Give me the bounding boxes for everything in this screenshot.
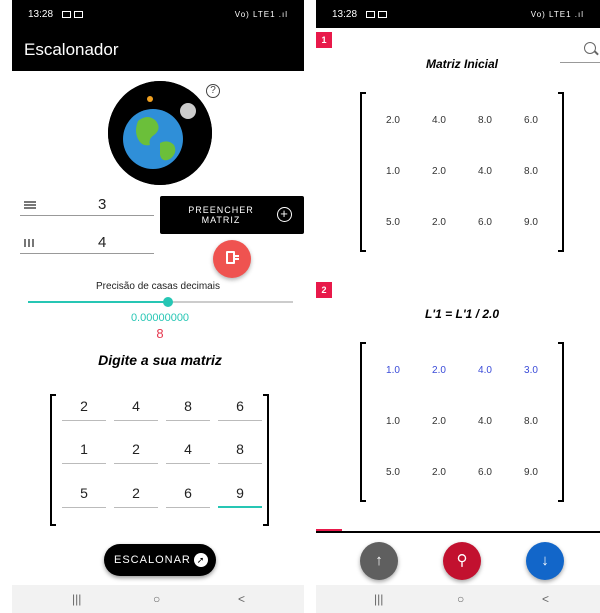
help-icon[interactable]: ? [206,84,220,98]
step-matrix-cell: 5.0 [386,467,400,478]
signal-indicators: Vo) LTE1 .ıl [530,9,584,19]
precision-slider[interactable] [28,297,293,307]
columns-field[interactable]: 4 [20,232,154,254]
matrix-input-cell[interactable]: 2 [114,438,158,464]
message-notification-icon [74,10,84,18]
step-matrix-cell: 4.0 [478,416,492,427]
step-matrix-cell: 2.0 [432,166,446,177]
escalonar-button[interactable]: ESCALONAR ➚ [104,544,216,576]
steps-screen: 13:28 Vo) LTE1 .ıl 1 Matriz Inicial 2.0 4… [316,0,600,613]
search-button[interactable]: ⚲ [443,542,481,580]
matrix-heading: Digite a sua matriz [98,352,222,368]
step1-bracket-right [558,92,564,252]
step-matrix-cell: 6.0 [524,115,538,126]
step-matrix-cell: 2.0 [432,365,446,376]
matrix-input-cell[interactable]: 2 [114,482,158,508]
step-matrix-cell: 4.0 [432,115,446,126]
step-matrix-cell: 2.0 [432,467,446,478]
step-matrix-cell: 8.0 [478,115,492,126]
status-time: 13:28 [28,8,54,20]
precision-value: 0.00000000 [130,312,190,324]
step-title-2: L'1 = L'1 / 2.0 [424,307,500,321]
columns-icon [24,239,36,247]
step-matrix-cell: 8.0 [524,166,538,177]
matrix-input-cell[interactable]: 8 [218,438,262,464]
step-matrix-cell: 1.0 [386,416,400,427]
home-button[interactable]: ○ [457,592,464,606]
editor-screen: 13:28 Vo) LTE1 .ıl Escalonador ? 3 4 PRE… [12,0,304,613]
home-button[interactable]: ○ [153,592,160,606]
matrix-bracket-right [263,394,269,526]
clear-matrix-icon [226,251,239,264]
status-bar: 13:28 Vo) LTE1 .ıl [12,0,304,28]
step-matrix-cell: 9.0 [524,467,538,478]
message-notification-icon [378,10,388,18]
add-circle-icon: + [277,207,292,222]
matrix-input-cell[interactable]: 4 [114,395,158,421]
rows-icon [24,201,36,209]
arrow-down-icon: ↓ [541,552,549,569]
back-button[interactable]: < [542,592,549,606]
precision-digits: 8 [156,326,164,341]
escalonar-label: ESCALONAR [114,554,191,566]
status-bar: 13:28 Vo) LTE1 .ıl [316,0,600,28]
columns-value: 4 [98,234,107,251]
step-matrix-cell: 4.0 [478,365,492,376]
matrix-input-cell[interactable]: 4 [166,438,210,464]
search-icon: ⚲ [456,552,468,569]
matrix-input-cell[interactable]: 6 [218,395,262,421]
arrow-up-icon: ↑ [375,552,383,569]
precision-label: Precisão de casas decimais [96,281,220,292]
matrix-input-cell[interactable]: 5 [62,482,106,508]
system-nav-bar: ||| ○ < [316,585,600,613]
step-matrix-cell: 2.0 [432,217,446,228]
step-title-1: Matriz Inicial [425,57,499,71]
bottom-divider [316,529,600,533]
status-time: 13:28 [332,8,358,20]
step-matrix-cell: 3.0 [524,365,538,376]
back-button[interactable]: < [238,592,245,606]
step-matrix-cell: 1.0 [386,365,400,376]
matrix-bracket-left [50,394,56,526]
escalonar-icon: ➚ [194,553,208,567]
step-badge-2: 2 [316,282,332,298]
rows-field[interactable]: 3 [20,194,154,216]
step-matrix-cell: 9.0 [524,217,538,228]
system-nav-bar: ||| ○ < [12,585,304,613]
matrix-input-cell[interactable]: 2 [62,395,106,421]
step-matrix-cell: 2.0 [386,115,400,126]
earth-logo [108,81,212,185]
recent-apps-button[interactable]: ||| [374,592,383,606]
step-matrix-cell: 1.0 [386,166,400,177]
fill-matrix-label: PREENCHER MATRIZ [188,205,254,225]
step-matrix-cell: 6.0 [478,217,492,228]
step-matrix-cell: 8.0 [524,416,538,427]
step2-bracket-left [360,342,366,502]
step2-bracket-right [558,342,564,502]
step-matrix-cell: 2.0 [432,416,446,427]
step-matrix-cell: 6.0 [478,467,492,478]
matrix-input-cell[interactable]: 6 [166,482,210,508]
rows-value: 3 [98,196,107,213]
app-bar: Escalonador [12,28,304,71]
slider-thumb[interactable] [163,297,174,307]
fill-matrix-button[interactable]: PREENCHER MATRIZ + [160,196,304,234]
step-matrix-cell: 4.0 [478,166,492,177]
matrix-input-cell[interactable]: 1 [62,438,106,464]
scroll-down-button[interactable]: ↓ [526,542,564,580]
gallery-notification-icon [366,10,376,18]
scroll-up-button[interactable]: ↑ [360,542,398,580]
matrix-input-cell[interactable]: 8 [166,395,210,421]
slider-fill [28,301,169,303]
app-title: Escalonador [24,40,119,59]
recent-apps-button[interactable]: ||| [72,592,81,606]
step-badge-1: 1 [316,32,332,48]
signal-indicators: Vo) LTE1 .ıl [234,9,288,19]
gallery-notification-icon [62,10,72,18]
clear-matrix-button[interactable] [213,240,251,278]
step1-bracket-left [360,92,366,252]
search-icon[interactable] [584,42,596,54]
matrix-input-cell[interactable]: 9 [218,482,262,508]
step-matrix-cell: 5.0 [386,217,400,228]
